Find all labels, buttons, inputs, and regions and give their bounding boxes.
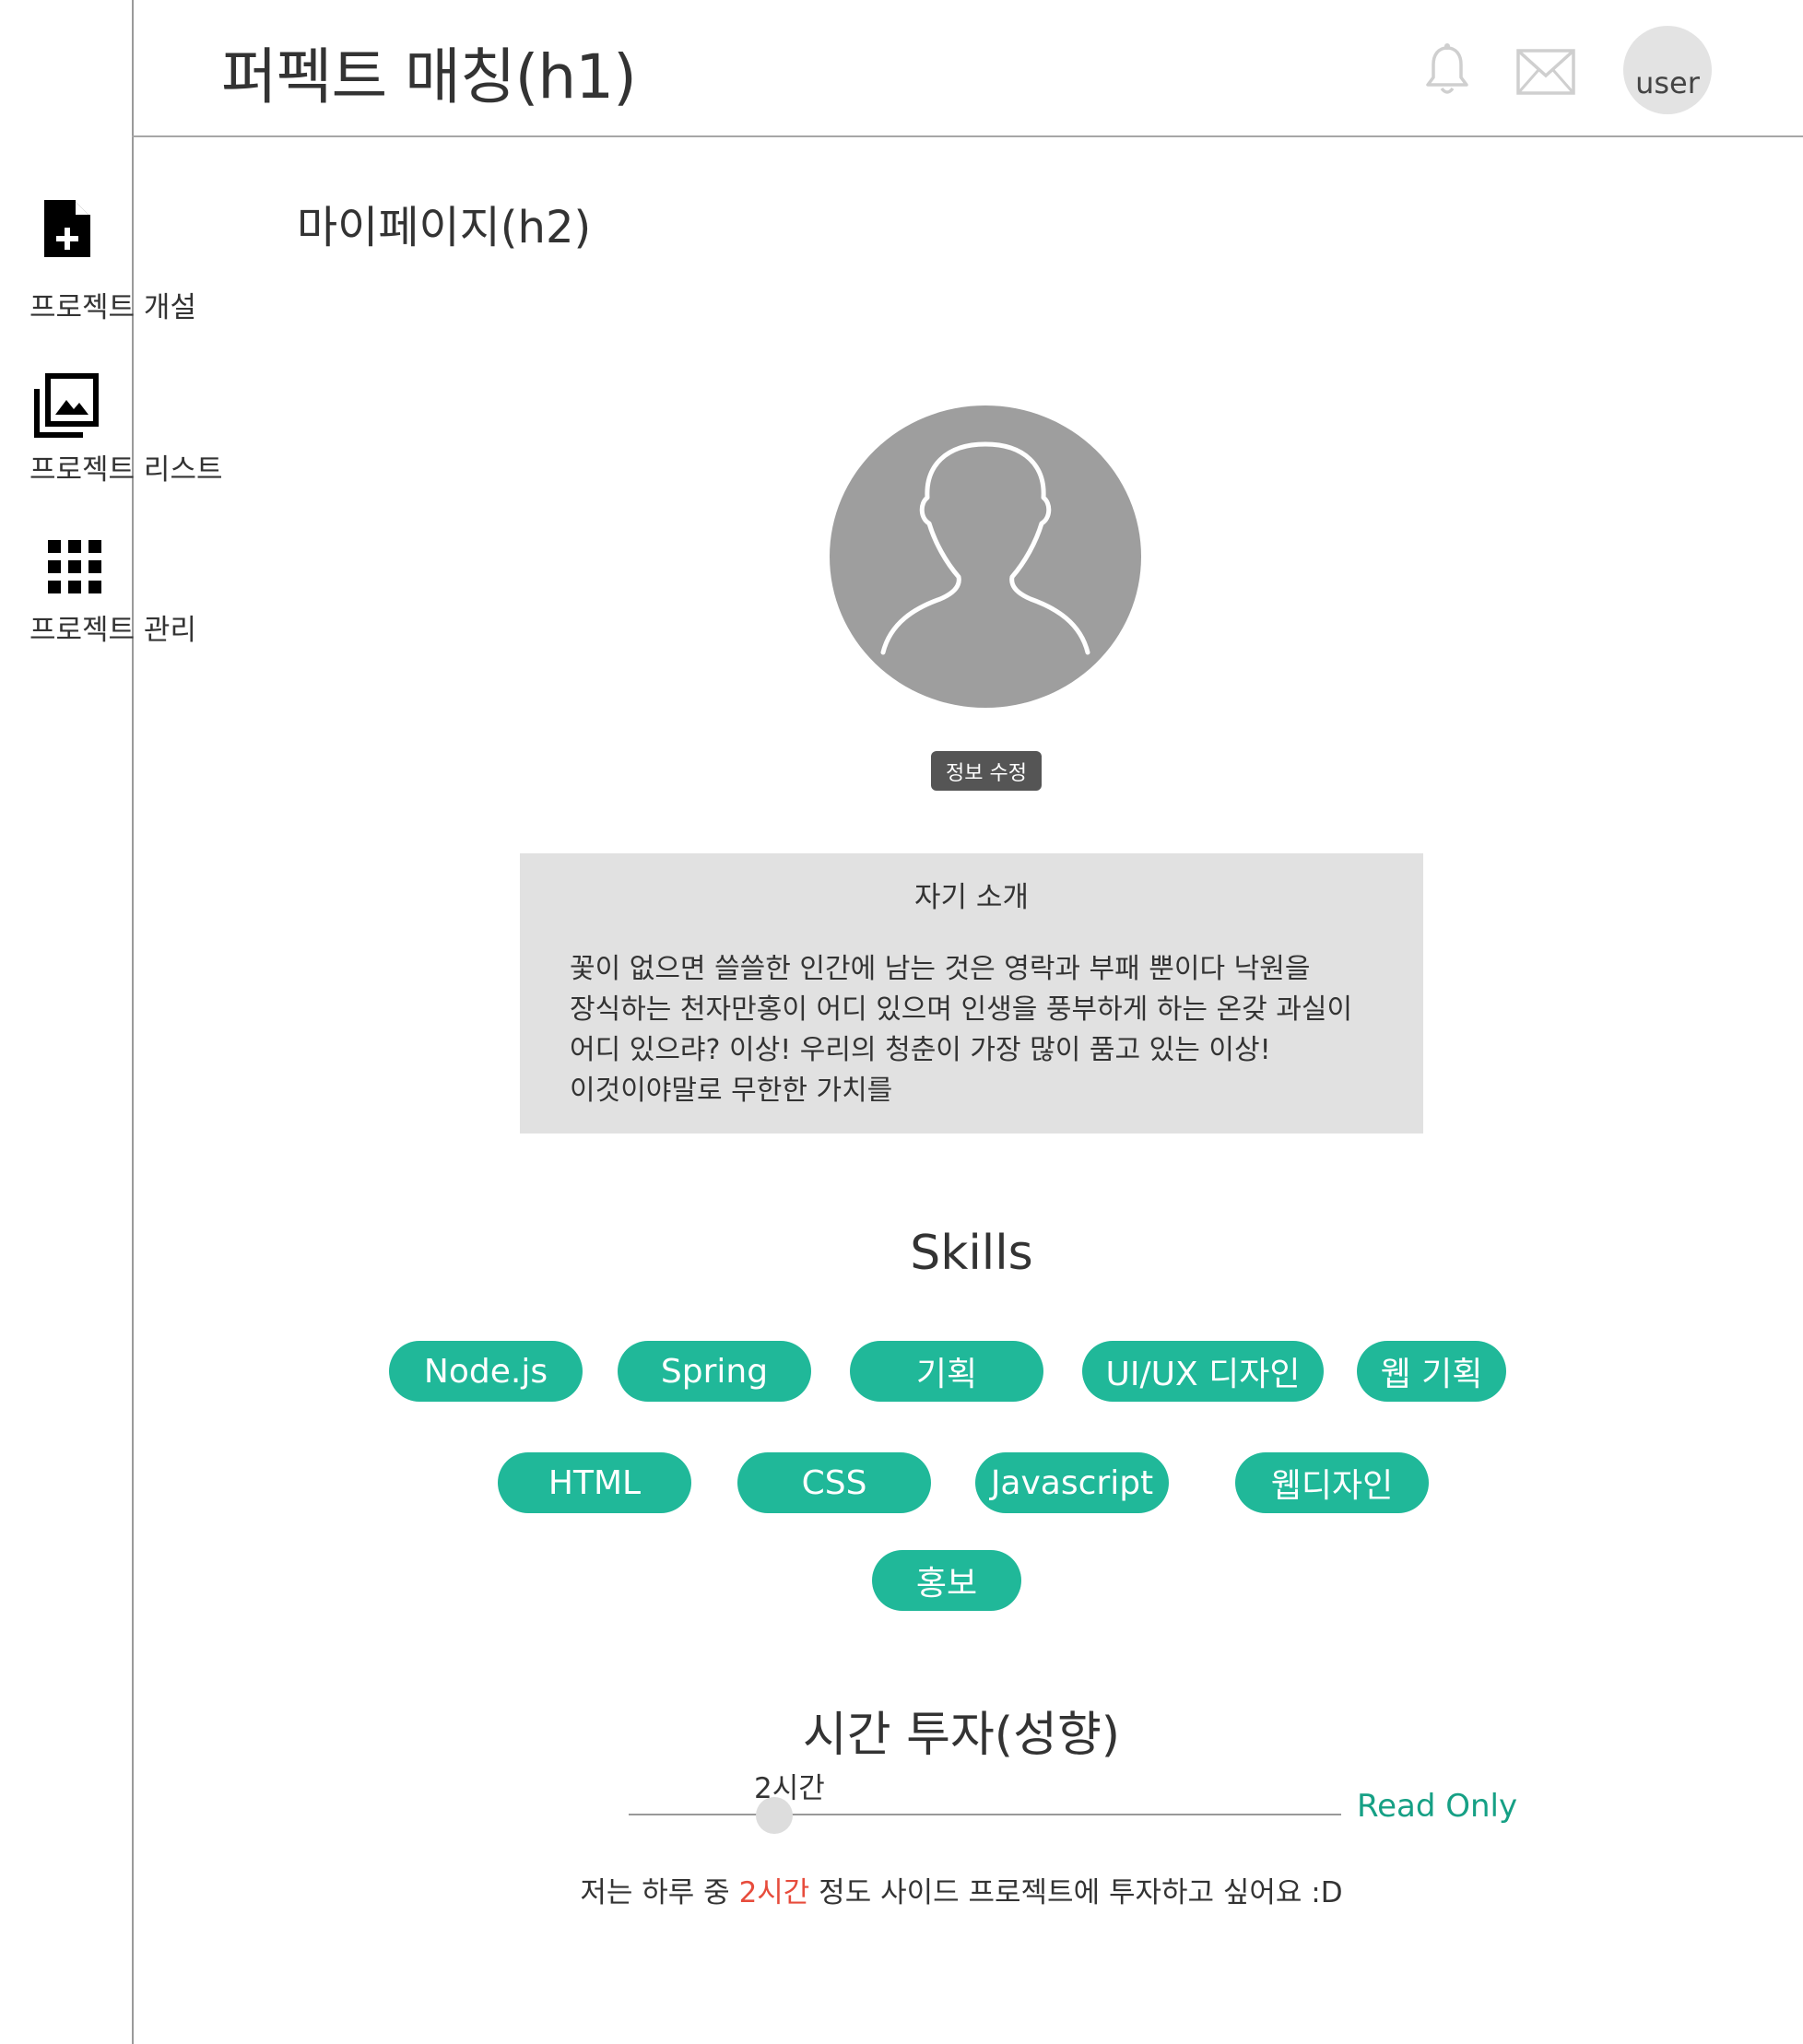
skill-chip: 기획 [850,1341,1043,1402]
grid-icon [48,540,101,593]
sidebar-item-label: 프로젝트 리스트 [29,453,223,487]
time-investment-title: 시간 투자(성향) [802,1708,1121,1763]
sidebar-item-project-manage[interactable]: 프로젝트 관리 [22,534,206,647]
app-title: 퍼펙트 매칭(h1) [221,41,637,112]
intro-text: 꽃이 없으면 쓸쓸한 인간에 남는 것은 영락과 부패 뿐이다 낙원을 장식하는… [570,953,1353,1107]
page-title: 마이페이지(h2) [297,202,592,253]
notifications-button[interactable] [1421,42,1473,98]
user-menu-avatar[interactable]: user [1623,26,1712,114]
sidebar-item-project-list[interactable]: 프로젝트 리스트 [22,369,243,488]
skill-chip: UI/UX 디자인 [1082,1341,1324,1402]
sentence-suffix: 정도 사이드 프로젝트에 투자하고 싶어요 :D [809,1876,1343,1909]
skill-chip: 웹 기획 [1357,1341,1506,1402]
image-library-icon [34,373,99,438]
skill-chip: 웹디자인 [1235,1452,1429,1513]
sidebar-item-create-project[interactable]: 프로젝트 개설 [22,189,206,327]
skill-chip: Spring [618,1341,811,1402]
user-silhouette-icon [880,441,1090,655]
file-plus-icon [44,200,90,257]
intro-section: 자기 소개 꽃이 없으면 쓸쓸한 인간에 남는 것은 영락과 부패 뿐이다 낙원… [520,853,1423,1134]
time-slider-thumb[interactable] [756,1797,793,1834]
read-only-label: Read Only [1357,1788,1518,1825]
sentence-prefix: 저는 하루 중 [580,1876,739,1909]
bell-icon [1426,43,1468,94]
mail-icon [1516,49,1575,95]
time-slider-track [629,1814,1341,1815]
skill-chip: Node.js [389,1341,583,1402]
sentence-highlight: 2시간 [738,1876,810,1909]
skills-title: Skills [910,1226,1033,1281]
sidebar-item-label: 프로젝트 관리 [29,614,196,647]
messages-button[interactable] [1515,48,1576,96]
edit-profile-button[interactable]: 정보 수정 [931,751,1042,791]
intro-title: 자기 소개 [914,881,1029,914]
skill-chip: HTML [498,1452,691,1513]
sidebar-item-label: 프로젝트 개설 [29,291,196,324]
skill-chip: Javascript [975,1452,1169,1513]
profile-image [830,405,1141,708]
user-label: user [1635,65,1700,100]
skill-chip: 홍보 [872,1550,1021,1611]
time-investment-sentence: 저는 하루 중 2시간 정도 사이드 프로젝트에 투자하고 싶어요 :D [0,1869,1803,1910]
skill-chip: CSS [737,1452,931,1513]
header-divider [132,135,1803,137]
